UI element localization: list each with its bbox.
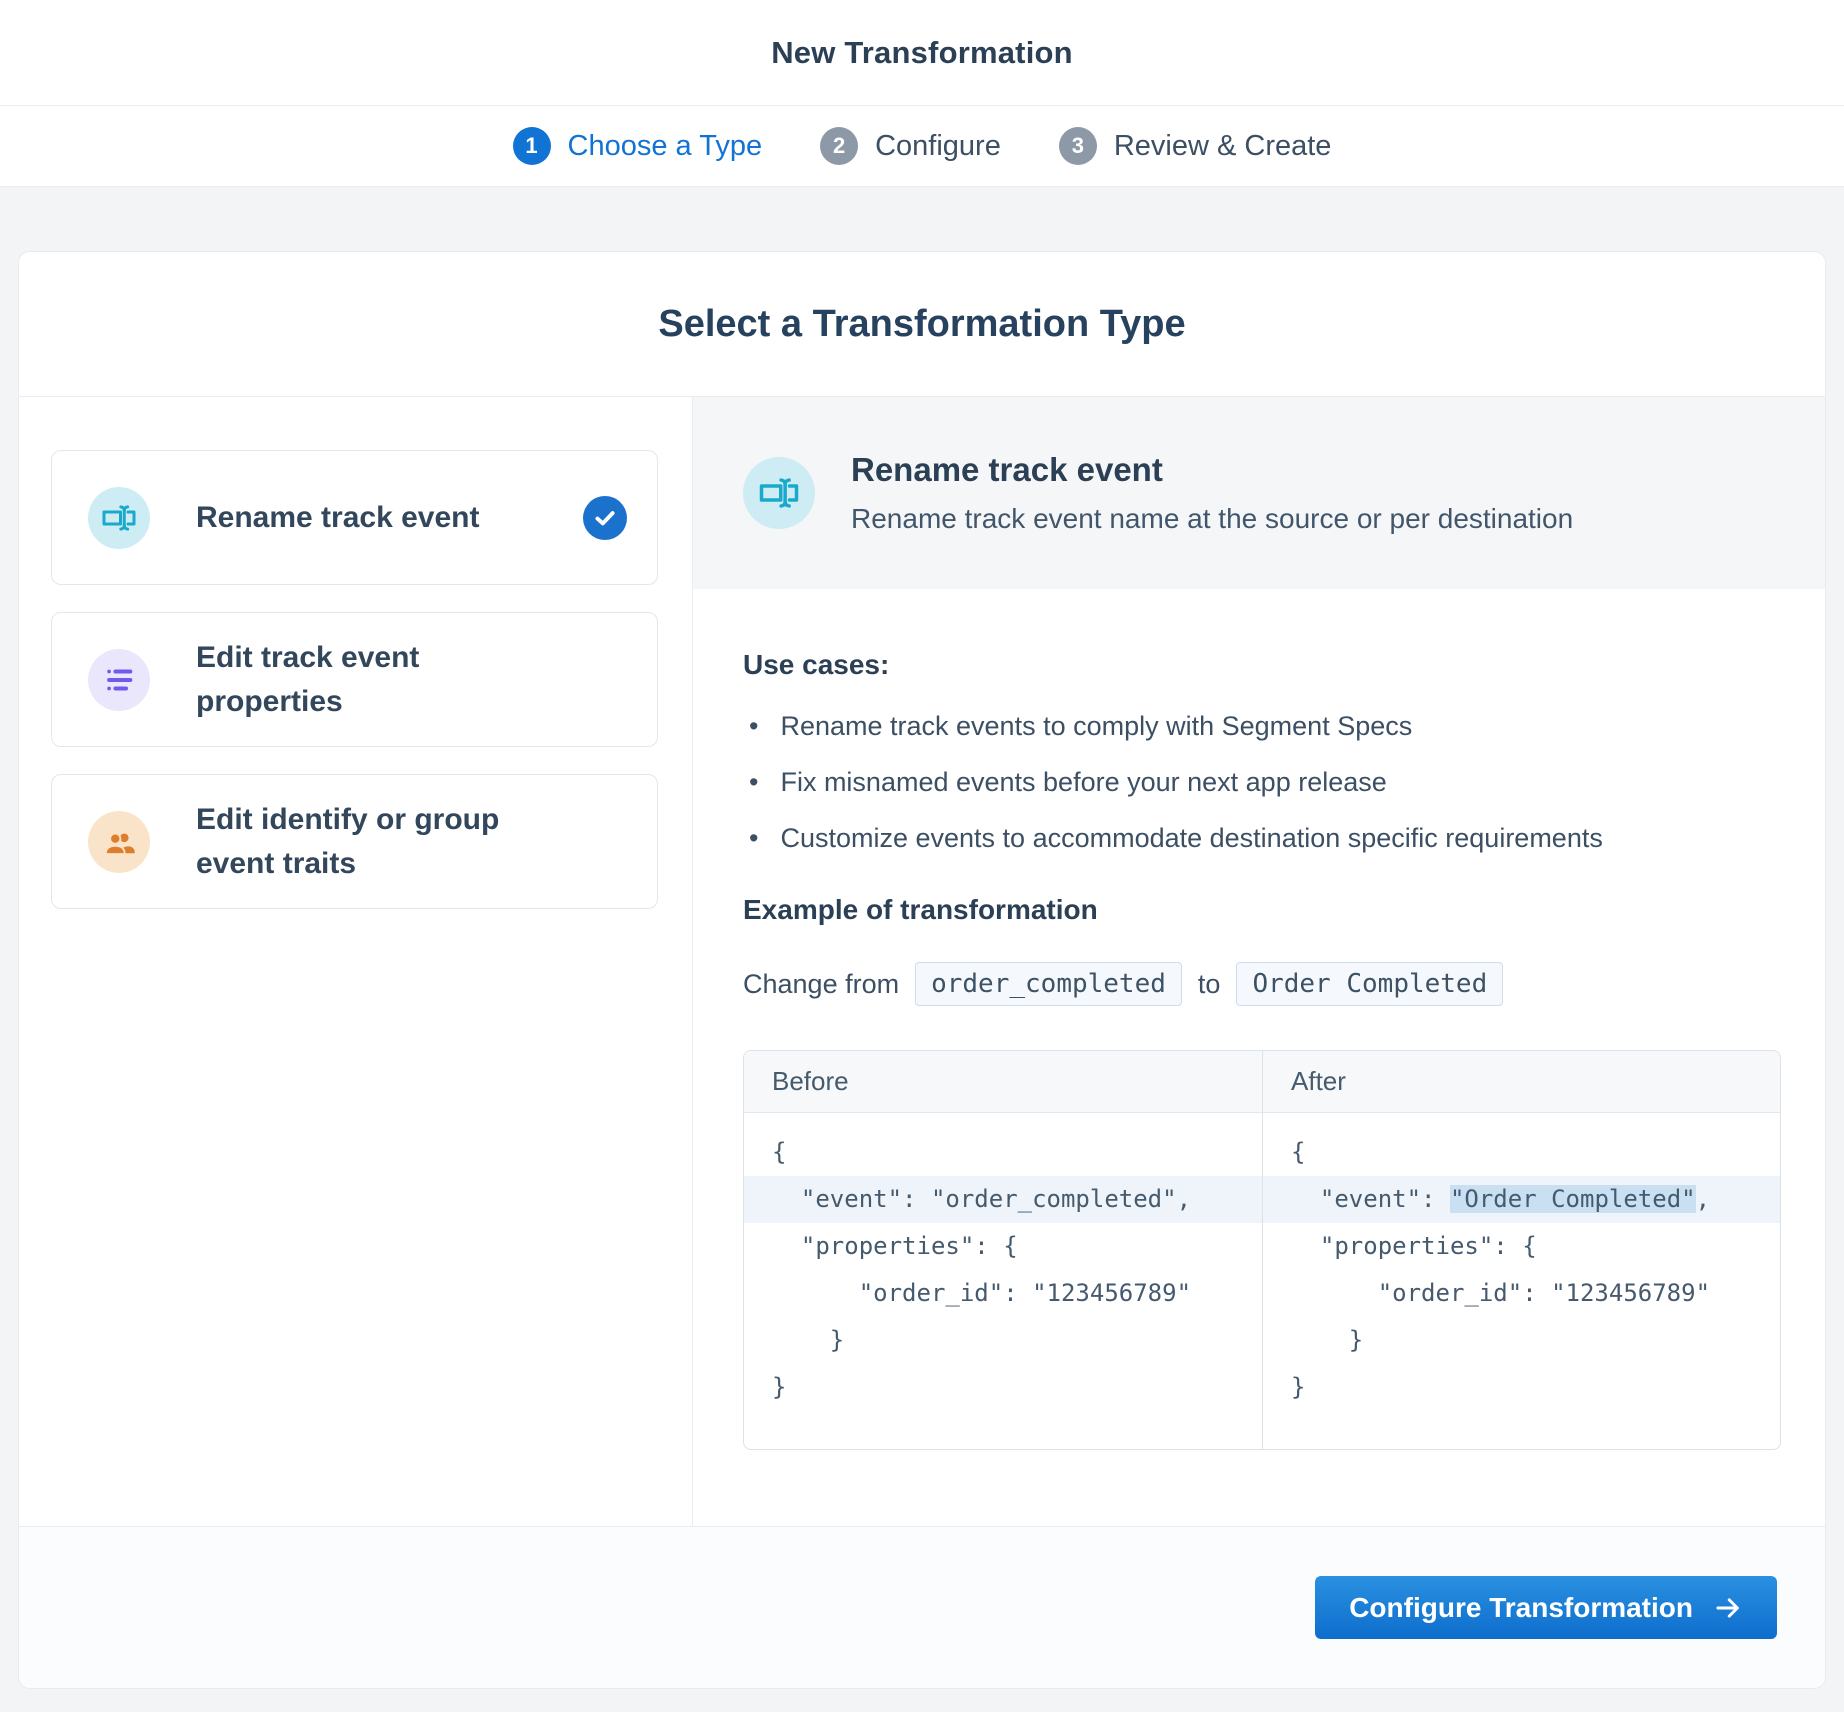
code-line: "order_id": "123456789" <box>1291 1279 1711 1307</box>
after-column: After { "event": "Order Completed", "pro… <box>1262 1051 1780 1449</box>
detail-header: Rename track event Rename track event na… <box>693 397 1825 589</box>
option-label: Edit identify or group event traits <box>196 803 500 880</box>
use-cases-list: Rename track events to comply with Segme… <box>749 711 1775 854</box>
option-rename-track-event[interactable]: Rename track event <box>51 450 658 585</box>
configure-button-label: Configure Transformation <box>1349 1591 1693 1623</box>
code-line: } <box>1291 1326 1364 1354</box>
code-line: "properties": { <box>1291 1232 1537 1260</box>
use-case-item: Rename track events to comply with Segme… <box>749 711 1775 742</box>
after-column-header: After <box>1263 1051 1780 1113</box>
option-label: Rename track event <box>196 500 480 534</box>
use-case-item: Customize events to accommodate destinat… <box>749 823 1775 854</box>
before-after-table: Before { "event": "order_completed", "pr… <box>743 1050 1781 1450</box>
step-3-label: Review & Create <box>1113 129 1332 162</box>
before-code-block: { "event": "order_completed", "propertie… <box>744 1113 1262 1449</box>
code-line: "order_id": "123456789" <box>772 1279 1192 1307</box>
example-heading: Example of transformation <box>743 894 1098 925</box>
card-footer: Configure Transformation <box>19 1526 1825 1688</box>
renamed-event-token: "Order Completed" <box>1449 1185 1696 1213</box>
code-line: } <box>772 1373 787 1401</box>
step-choose-a-type[interactable]: 1 Choose a Type <box>512 127 763 165</box>
page-header: New Transformation <box>0 0 1844 106</box>
code-line: { <box>772 1138 787 1166</box>
to-label: to <box>1197 968 1221 999</box>
wizard-stepper: 1 Choose a Type 2 Configure 3 Review & C… <box>0 106 1844 187</box>
step-2-circle: 2 <box>820 127 859 165</box>
code-line: "properties": { <box>772 1232 1018 1260</box>
page-title: New Transformation <box>771 34 1073 70</box>
before-column-header: Before <box>744 1051 1262 1113</box>
card-title-bar: Select a Transformation Type <box>19 252 1825 397</box>
list-icon <box>88 648 150 711</box>
event-name-before-chip: order_completed <box>915 962 1182 1006</box>
step-configure[interactable]: 2 Configure <box>820 127 1001 165</box>
before-column: Before { "event": "order_completed", "pr… <box>744 1051 1262 1449</box>
step-1-label: Choose a Type <box>567 129 763 162</box>
step-2-label: Configure <box>875 129 1001 162</box>
detail-title: Rename track event <box>851 451 1163 488</box>
select-type-card: Select a Transformation Type Rename trac… <box>18 251 1826 1689</box>
configure-transformation-button[interactable]: Configure Transformation <box>1315 1576 1777 1639</box>
change-example-row: Change from order_completed to Order Com… <box>743 962 1775 1006</box>
use-cases-heading: Use cases: <box>743 649 890 680</box>
main-content: Select a Transformation Type Rename trac… <box>0 187 1844 1689</box>
transformation-options-list: Rename track event Edit track event prop… <box>19 397 693 1526</box>
step-review-create[interactable]: 3 Review & Create <box>1058 127 1332 165</box>
code-line: { <box>1291 1138 1306 1166</box>
detail-body: Use cases: Rename track events to comply… <box>693 589 1825 1450</box>
after-code-block: { "event": "Order Completed", "propertie… <box>1263 1113 1780 1449</box>
people-icon <box>88 810 150 873</box>
detail-description: Rename track event name at the source or… <box>851 503 1574 534</box>
code-line: } <box>772 1326 845 1354</box>
step-3-circle: 3 <box>1058 127 1097 165</box>
selected-check-icon <box>583 495 627 540</box>
rename-icon-large <box>743 457 815 529</box>
new-transformation-page: New Transformation 1 Choose a Type 2 Con… <box>0 0 1844 1712</box>
use-case-item: Fix misnamed events before your next app… <box>749 767 1775 798</box>
code-line: } <box>1291 1373 1306 1401</box>
change-from-label: Change from <box>743 968 900 999</box>
code-line-highlighted: "event": "order_completed", <box>744 1176 1262 1223</box>
step-1-circle: 1 <box>512 127 551 165</box>
option-edit-track-event-properties[interactable]: Edit track event properties <box>51 612 658 747</box>
option-edit-identify-group-traits[interactable]: Edit identify or group event traits <box>51 774 658 909</box>
card-body: Rename track event Edit track event prop… <box>19 397 1825 1526</box>
rename-icon <box>88 486 150 549</box>
section-title: Select a Transformation Type <box>658 302 1186 345</box>
option-label: Edit track event properties <box>196 641 420 718</box>
detail-header-text: Rename track event Rename track event na… <box>851 451 1573 535</box>
event-name-after-chip: Order Completed <box>1236 962 1504 1006</box>
arrow-right-icon <box>1716 1597 1739 1618</box>
code-line-highlighted: "event": "Order Completed", <box>1263 1176 1780 1223</box>
option-detail-panel: Rename track event Rename track event na… <box>693 397 1825 1526</box>
